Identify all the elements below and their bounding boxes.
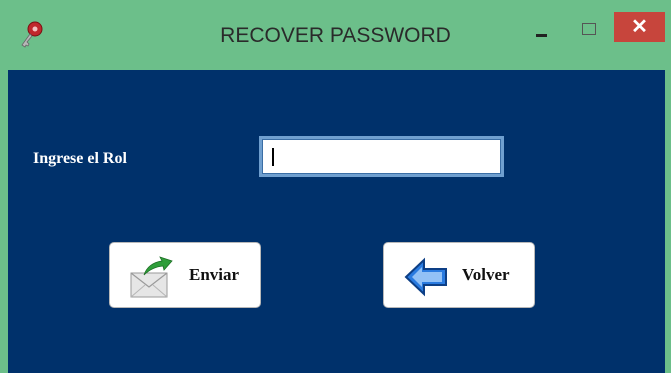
send-button[interactable]: Enviar <box>109 242 261 308</box>
back-arrow-icon <box>404 257 447 297</box>
role-label: Ingrese el Rol <box>33 150 127 167</box>
recover-password-window: RECOVER PASSWORD ✕ Ingrese el Rol Enviar <box>0 0 671 373</box>
text-caret <box>272 148 274 166</box>
send-button-label: Enviar <box>189 265 240 284</box>
back-button[interactable]: Volver <box>383 242 535 308</box>
maximize-button[interactable] <box>571 14 607 48</box>
role-input[interactable] <box>259 136 504 177</box>
form-panel: Ingrese el Rol Enviar Volver <box>8 70 665 373</box>
close-icon: ✕ <box>631 16 648 38</box>
minimize-button[interactable] <box>523 14 559 48</box>
close-button[interactable]: ✕ <box>614 12 665 42</box>
title-bar[interactable]: RECOVER PASSWORD ✕ <box>0 0 671 70</box>
mail-send-icon <box>130 256 173 298</box>
back-button-label: Volver <box>462 265 510 284</box>
